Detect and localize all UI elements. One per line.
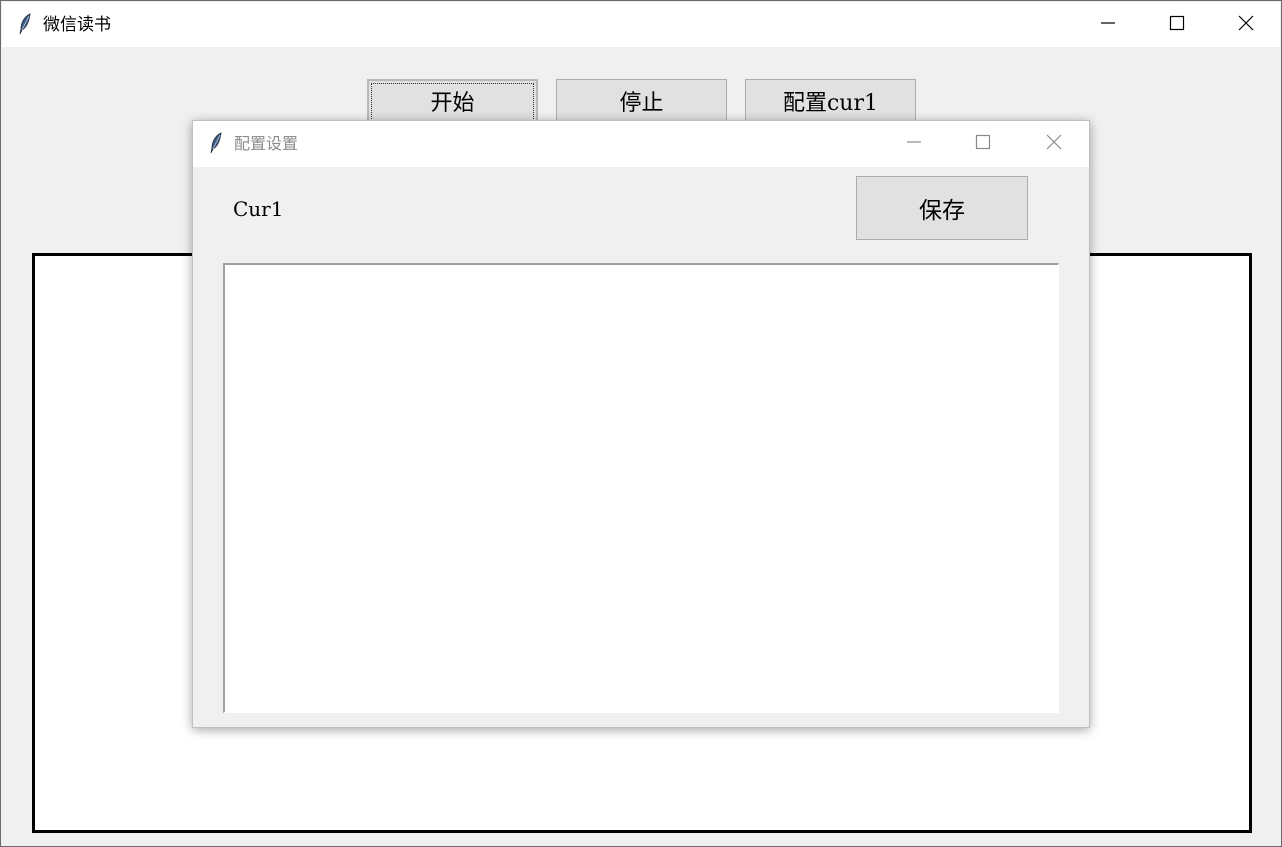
dialog-title: 配置设置	[234, 134, 299, 153]
minimize-icon	[906, 134, 922, 154]
config-button-label: 配置cur1	[782, 91, 878, 116]
cur1-label: Cur1	[233, 197, 284, 221]
config-dialog: 配置设置 Cur1 保存	[192, 120, 1090, 728]
dialog-titlebar[interactable]: 配置设置	[193, 121, 1089, 167]
minimize-button[interactable]	[1073, 2, 1142, 47]
cur1-text-area[interactable]	[223, 263, 1059, 713]
dialog-minimize-button[interactable]	[879, 121, 948, 167]
start-button-label: 开始	[430, 91, 475, 116]
window-title: 微信读书	[43, 15, 111, 35]
minimize-icon	[1100, 15, 1116, 35]
stop-button-label: 停止	[619, 91, 664, 116]
close-icon	[1046, 134, 1062, 154]
save-button-label: 保存	[919, 198, 965, 224]
feather-icon	[18, 13, 32, 35]
close-button[interactable]	[1211, 2, 1280, 47]
maximize-icon	[1169, 15, 1185, 35]
save-button[interactable]: 保存	[856, 176, 1028, 240]
close-icon	[1238, 15, 1254, 35]
feather-icon	[209, 132, 223, 154]
dialog-maximize-button[interactable]	[948, 121, 1017, 167]
maximize-icon	[975, 134, 991, 154]
dialog-close-button[interactable]	[1019, 121, 1088, 167]
maximize-button[interactable]	[1142, 2, 1211, 47]
main-titlebar[interactable]: 微信读书	[2, 2, 1280, 47]
